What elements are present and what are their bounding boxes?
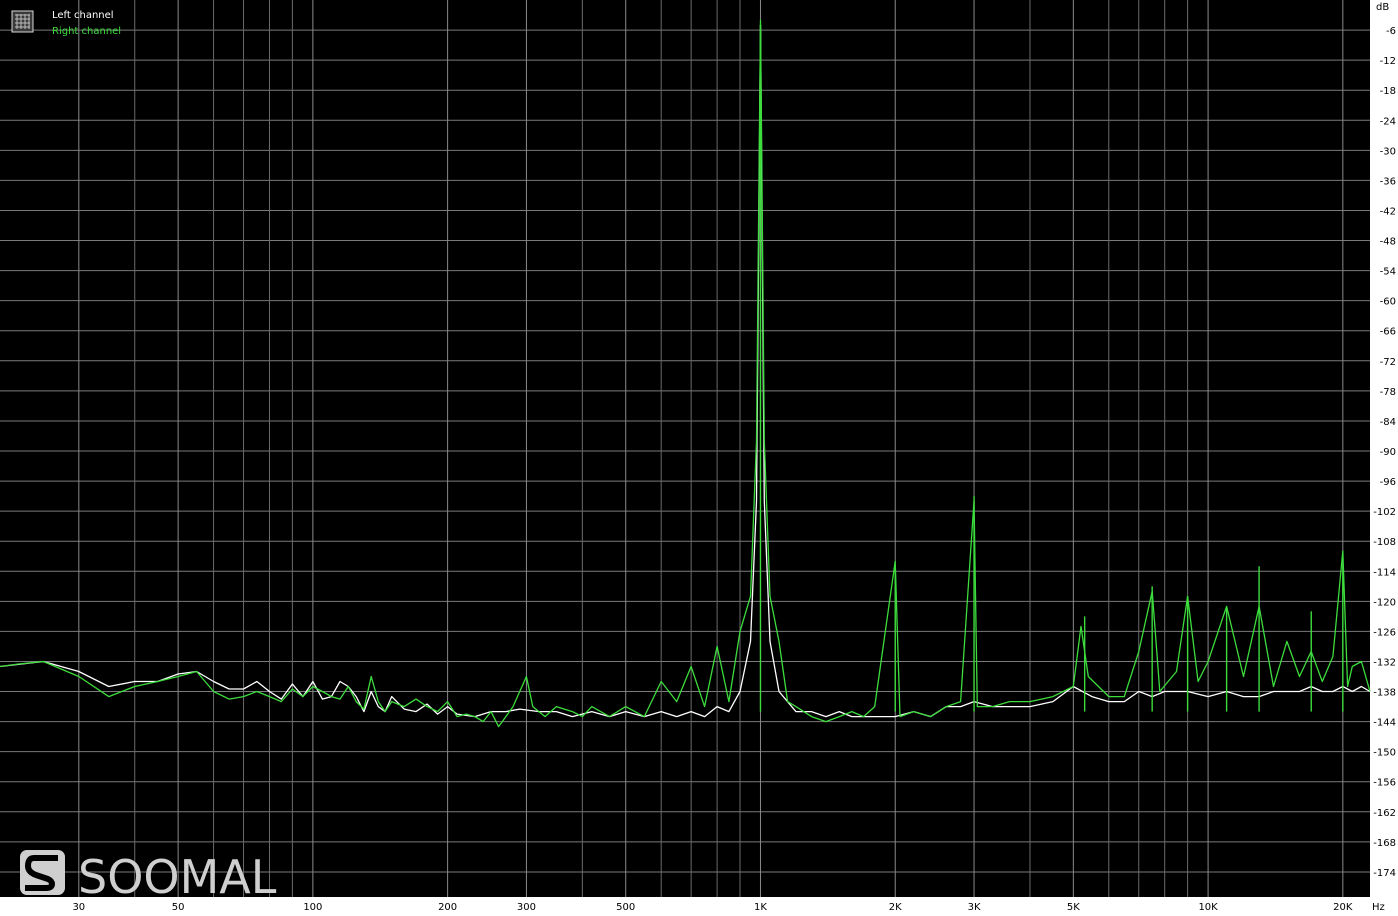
x-tick-label: 300 xyxy=(517,902,536,913)
x-tick-label: 100 xyxy=(303,902,322,913)
y-tick-label: -96 xyxy=(1380,477,1396,488)
y-tick-label: -144 xyxy=(1373,718,1396,729)
legend-right-channel: Right channel xyxy=(52,26,121,37)
y-tick-label: -126 xyxy=(1373,627,1396,638)
y-tick-label: -114 xyxy=(1373,567,1396,578)
x-tick-label: 500 xyxy=(616,902,635,913)
y-tick-label: -168 xyxy=(1373,838,1396,849)
x-tick-label: 5K xyxy=(1067,902,1080,913)
x-tick-label: 3K xyxy=(968,902,981,913)
x-tick-label: 20K xyxy=(1333,902,1353,913)
y-tick-label: -42 xyxy=(1380,206,1396,217)
y-tick-label: -30 xyxy=(1380,146,1396,157)
x-tick-label: 2K xyxy=(889,902,902,913)
x-tick-label: 200 xyxy=(438,902,457,913)
y-tick-label: -150 xyxy=(1373,748,1396,759)
y-tick-label: -6 xyxy=(1386,26,1396,37)
y-tick-label: -102 xyxy=(1373,507,1396,518)
spectrum-grid-icon xyxy=(11,10,34,33)
y-tick-label: -138 xyxy=(1373,688,1396,699)
watermark-text: SOOMAL xyxy=(78,850,277,904)
y-tick-label: -60 xyxy=(1380,297,1396,308)
soomal-logo-icon xyxy=(20,850,65,895)
y-tick-label: -120 xyxy=(1373,597,1396,608)
y-tick-label: -108 xyxy=(1373,537,1396,548)
y-tick-label: -90 xyxy=(1380,447,1396,458)
y-tick-label: -18 xyxy=(1380,86,1396,97)
y-tick-label: -84 xyxy=(1380,417,1396,428)
y-tick-label: -48 xyxy=(1380,237,1396,248)
x-unit-label: Hz xyxy=(1372,902,1385,913)
x-tick-label: 10K xyxy=(1198,902,1218,913)
y-tick-label: -174 xyxy=(1373,868,1396,879)
x-tick-label: 1K xyxy=(754,902,767,913)
spectrum-chart: -6 -12 -18 -24 -30 -36 -42 -48 -54 -60 -66 -72 -78 -8… xyxy=(0,0,1398,916)
y-tick-label: -12 xyxy=(1380,56,1396,67)
y-tick-label: -24 xyxy=(1380,116,1396,127)
legend-left-channel: Left channel xyxy=(52,10,114,21)
y-tick-label: -72 xyxy=(1380,357,1396,368)
y-tick-label: -156 xyxy=(1373,778,1396,789)
y-tick-label: -54 xyxy=(1380,267,1396,278)
y-tick-label: -78 xyxy=(1380,387,1396,398)
y-tick-label: -132 xyxy=(1373,657,1396,668)
y-tick-label: -66 xyxy=(1380,327,1396,338)
y-tick-label: -162 xyxy=(1373,808,1396,819)
y-unit-label: dB xyxy=(1376,2,1389,13)
y-tick-label: -36 xyxy=(1380,176,1396,187)
